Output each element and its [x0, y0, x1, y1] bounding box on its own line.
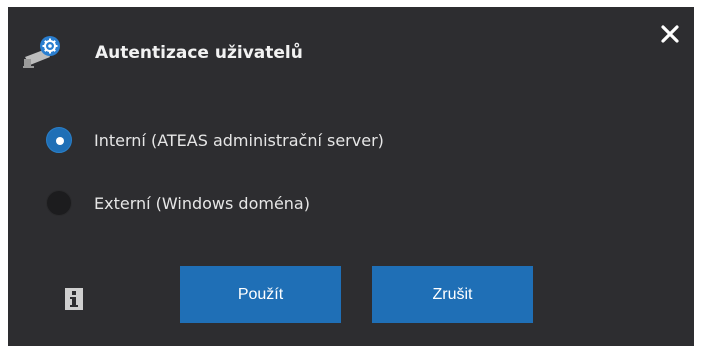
dialog-title: Autentizace uživatelů — [95, 43, 303, 63]
cancel-button[interactable]: Zrušit — [372, 266, 533, 323]
radio-label-external: Externí (Windows doména) — [94, 193, 310, 213]
radio-label-internal: Interní (ATEAS administrační server) — [94, 130, 384, 150]
radio-option-internal[interactable]: Interní (ATEAS administrační server) — [46, 125, 384, 155]
camera-gear-icon — [22, 35, 62, 69]
radio-button-internal[interactable] — [46, 127, 72, 153]
apply-button[interactable]: Použít — [180, 266, 341, 323]
info-icon[interactable] — [65, 288, 83, 310]
close-icon — [661, 25, 679, 43]
auth-dialog: Autentizace uživatelů Interní (ATEAS adm… — [8, 7, 694, 346]
radio-option-external[interactable]: Externí (Windows doména) — [46, 188, 310, 218]
radio-button-external[interactable] — [46, 190, 72, 216]
close-button[interactable] — [658, 22, 682, 46]
